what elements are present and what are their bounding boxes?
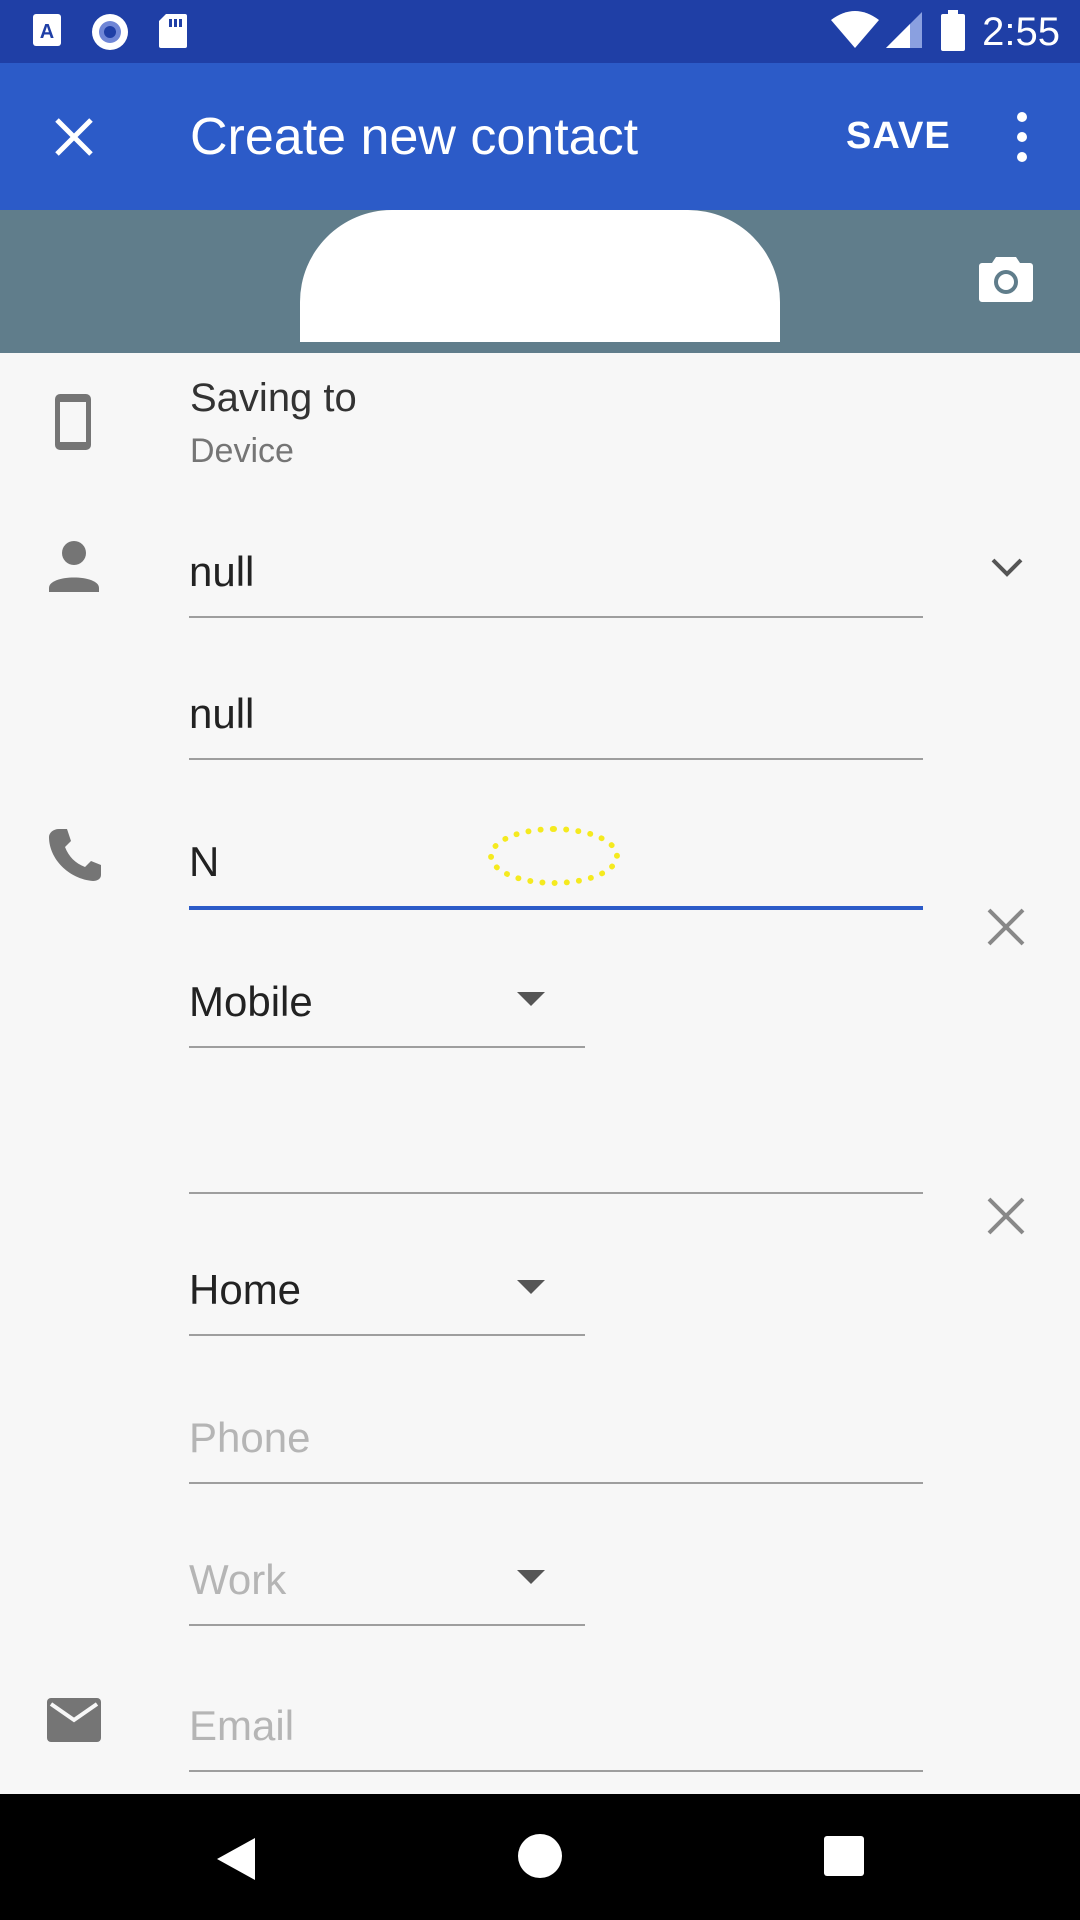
phone-type-dropdown-1[interactable]: Mobile [189, 962, 585, 1048]
remove-phone-2-icon[interactable] [985, 1195, 1027, 1237]
svg-text:A: A [40, 21, 54, 43]
circle-app-icon [92, 14, 128, 50]
home-icon[interactable] [518, 1834, 562, 1878]
page-title: Create new contact [190, 108, 639, 166]
phone-field-3[interactable]: Phone [189, 1396, 923, 1484]
phone-device-icon [55, 394, 91, 450]
notification-a-icon: A [33, 14, 61, 46]
phone-value-1: N [189, 838, 220, 885]
phone-type-dropdown-3[interactable]: Work [189, 1540, 585, 1626]
dropdown-arrow-icon [517, 1570, 545, 1584]
recents-icon[interactable] [824, 1836, 864, 1876]
name-value: null [189, 548, 255, 595]
phone-placeholder: Phone [189, 1414, 311, 1461]
contact-photo-header [0, 210, 1080, 353]
phone-type-dropdown-2[interactable]: Home [189, 1250, 585, 1336]
close-icon[interactable] [45, 108, 103, 166]
phone-type-1: Mobile [189, 978, 313, 1025]
back-icon[interactable] [215, 1836, 257, 1882]
touch-indicator [488, 826, 620, 886]
status-time: 2:55 [982, 10, 1060, 54]
saving-to-label: Saving to [190, 376, 357, 420]
dropdown-arrow-icon [517, 992, 545, 1006]
email-placeholder: Email [189, 1702, 295, 1749]
avatar-placeholder[interactable] [300, 210, 780, 342]
phone-field-2[interactable] [189, 1106, 923, 1194]
second-name-value: null [189, 690, 255, 737]
chevron-down-icon[interactable] [990, 556, 1024, 578]
battery-icon [941, 10, 965, 51]
phone-type-3: Work [189, 1556, 287, 1603]
phone-type-2: Home [189, 1266, 302, 1313]
phone-icon [49, 829, 101, 881]
status-bar: A 2:55 [0, 0, 1080, 63]
camera-icon[interactable] [978, 255, 1034, 303]
wifi-icon [831, 11, 879, 48]
email-field[interactable]: Email [189, 1684, 923, 1772]
signal-icon [886, 12, 922, 48]
remove-phone-1-icon[interactable] [985, 906, 1027, 948]
email-icon [47, 1698, 101, 1742]
sd-card-icon [159, 14, 187, 48]
person-icon [49, 541, 99, 592]
system-nav-bar [0, 1794, 1080, 1920]
second-name-field[interactable]: null [189, 672, 923, 760]
name-field[interactable]: null [189, 530, 923, 618]
dropdown-arrow-icon [517, 1280, 545, 1294]
more-vert-icon[interactable] [1005, 107, 1039, 167]
saving-to-account[interactable]: Device [190, 432, 294, 471]
app-bar: Create new contact SAVE [0, 63, 1080, 210]
save-button[interactable]: SAVE [846, 115, 951, 158]
